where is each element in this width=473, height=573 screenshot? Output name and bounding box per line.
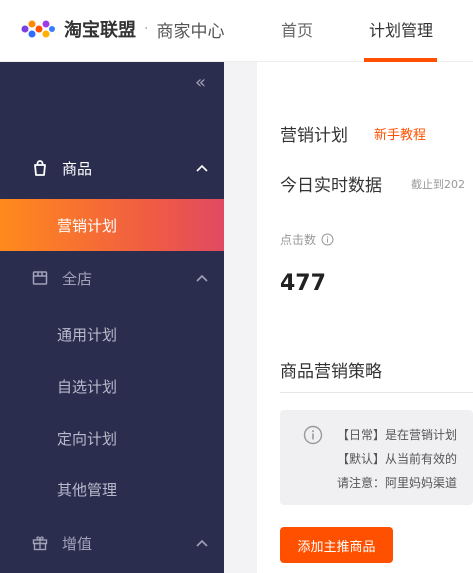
brand-subtitle: 商家中心 bbox=[156, 21, 225, 42]
brand-separator: · bbox=[144, 21, 149, 37]
info-icon[interactable] bbox=[321, 233, 334, 246]
section-divider bbox=[280, 392, 473, 393]
clicks-metric-label: 点击数 bbox=[280, 231, 334, 248]
sidebar-item-label: 自选计划 bbox=[57, 377, 118, 396]
sidebar-item-custom-plan[interactable]: 自选计划 bbox=[0, 360, 224, 412]
sidebar-item-label: 其他管理 bbox=[57, 480, 118, 499]
tutorial-link[interactable]: 新手教程 bbox=[374, 124, 426, 143]
strategy-title: 商品营销策略 bbox=[280, 362, 382, 382]
nav-home[interactable]: 首页 bbox=[281, 17, 313, 41]
notice-line: 【日常】是在营销计划 bbox=[337, 428, 458, 442]
clicks-label-text: 点击数 bbox=[280, 233, 317, 247]
sidebar: « 商品 营销计划 全店 通用计划 自选计划 定向计划 其他管理 增值 bbox=[0, 62, 224, 573]
brand-name: 淘宝联盟 bbox=[64, 20, 136, 41]
sidebar-item-targeted-plan[interactable]: 定向计划 bbox=[0, 412, 224, 464]
sidebar-item-label: 通用计划 bbox=[57, 325, 118, 344]
clicks-metric-value: 477 bbox=[280, 271, 326, 296]
page-title: 营销计划 bbox=[280, 126, 348, 146]
sidebar-group-label: 全店 bbox=[62, 269, 93, 288]
sidebar-item-general-plan[interactable]: 通用计划 bbox=[0, 308, 224, 360]
sidebar-group-label: 增值 bbox=[62, 534, 93, 553]
notice-line: 【默认】从当前有效的 bbox=[337, 452, 458, 466]
chevron-up-icon bbox=[196, 164, 208, 172]
sidebar-group-value-added[interactable]: 增值 bbox=[0, 531, 224, 555]
chevron-up-icon bbox=[196, 274, 208, 282]
sidebar-group-label: 商品 bbox=[62, 159, 93, 178]
gift-icon bbox=[32, 536, 48, 551]
sidebar-item-label: 营销计划 bbox=[57, 216, 118, 235]
sidebar-item-other-management[interactable]: 其他管理 bbox=[0, 463, 224, 515]
alliance-logo-icon bbox=[21, 20, 55, 38]
realtime-data-title: 今日实时数据 bbox=[280, 176, 382, 196]
notice-line: 请注意：阿里妈妈渠道 bbox=[337, 476, 458, 490]
brand-logo[interactable]: 淘宝联盟 · 商家中心 bbox=[20, 17, 225, 42]
sidebar-item-label: 定向计划 bbox=[57, 429, 118, 448]
sidebar-item-marketing-plan[interactable]: 营销计划 bbox=[0, 199, 224, 251]
cutoff-time: 截止到202 bbox=[411, 178, 465, 191]
top-bar: 淘宝联盟 · 商家中心 首页 计划管理 bbox=[0, 0, 473, 62]
nav-plan-management[interactable]: 计划管理 bbox=[369, 17, 433, 41]
add-featured-product-button[interactable]: 添加主推商品 bbox=[280, 527, 393, 563]
collapse-sidebar-icon[interactable]: « bbox=[195, 72, 206, 93]
info-icon bbox=[303, 425, 323, 445]
store-icon bbox=[32, 271, 48, 285]
shopping-bag-icon bbox=[34, 160, 46, 176]
sidebar-group-store[interactable]: 全店 bbox=[0, 266, 224, 290]
chevron-up-icon bbox=[196, 539, 208, 547]
sidebar-group-product[interactable]: 商品 bbox=[0, 156, 224, 180]
